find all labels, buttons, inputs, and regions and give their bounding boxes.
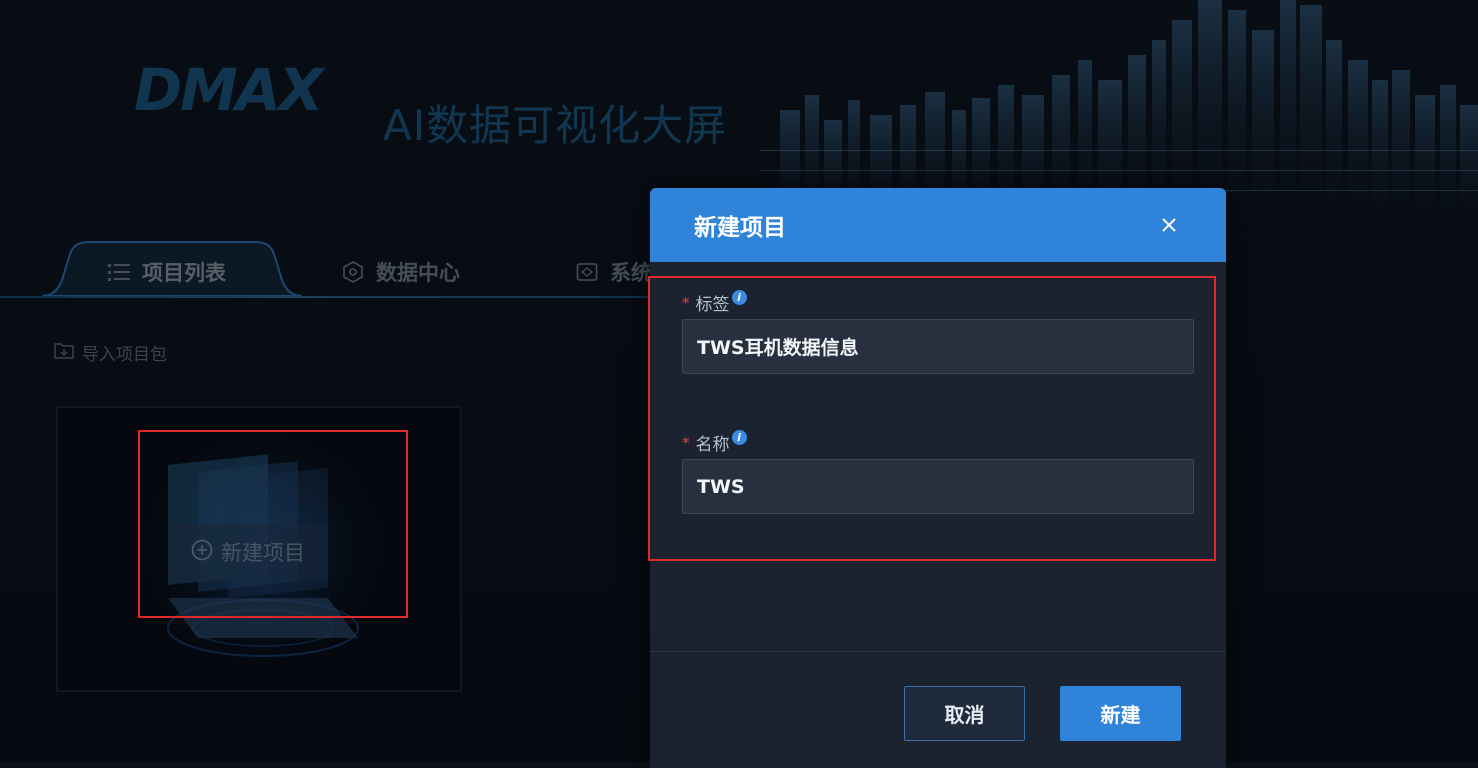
dialog-title: 新建项目 xyxy=(694,215,786,241)
dialog-header: 新建项目 xyxy=(650,188,1226,262)
highlight-box-form xyxy=(648,276,1216,561)
close-button[interactable] xyxy=(1156,212,1182,238)
create-button[interactable]: 新建 xyxy=(1060,686,1181,741)
dialog-footer-divider xyxy=(650,651,1226,652)
close-icon xyxy=(1162,218,1176,232)
cancel-button[interactable]: 取消 xyxy=(904,686,1025,741)
highlight-box-new-project xyxy=(138,430,408,618)
